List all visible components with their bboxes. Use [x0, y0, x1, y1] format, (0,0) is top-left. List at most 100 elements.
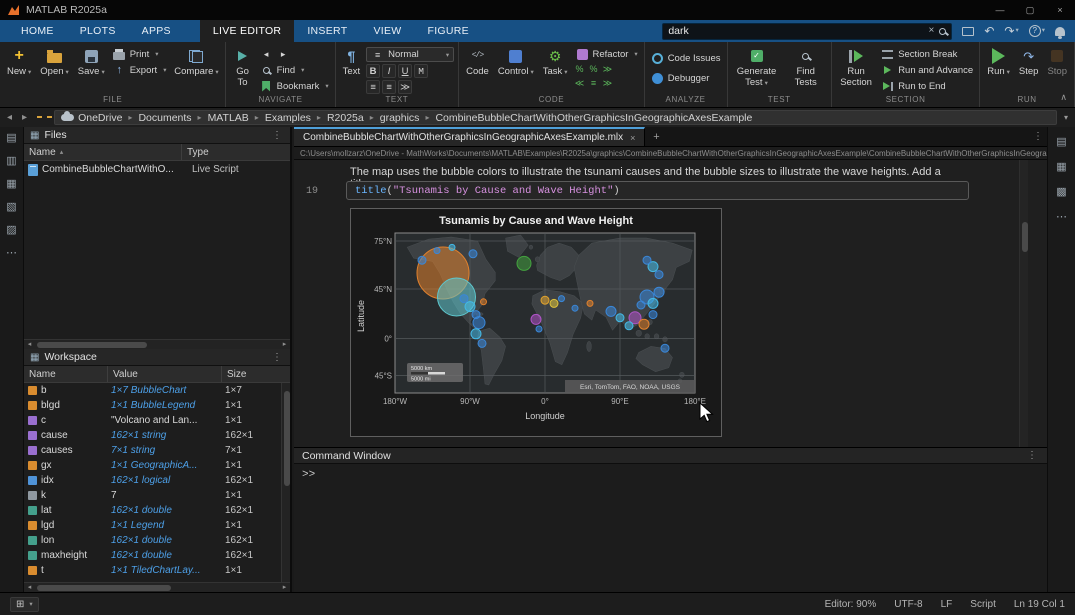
open-button[interactable]: Open▾: [37, 45, 72, 80]
workspace-row[interactable]: lgd1×1 Legend1×1: [24, 518, 290, 533]
navigate-back-icon[interactable]: ◂: [260, 48, 273, 61]
files-menu-icon[interactable]: ⋮: [270, 130, 284, 141]
italic-button[interactable]: I: [382, 64, 396, 78]
files-hscrollbar[interactable]: ◂ ▸: [24, 339, 290, 349]
ribbon-tab-plots[interactable]: PLOTS: [67, 20, 129, 42]
workspace-row[interactable]: maxheight162×1 double162×1: [24, 548, 290, 563]
right-panel-toggle-icon-1[interactable]: ▤: [1056, 137, 1066, 148]
undo-icon[interactable]: ↶: [984, 25, 994, 37]
scroll-right-icon[interactable]: ▸: [279, 340, 290, 350]
command-window-menu-icon[interactable]: ⋮: [1025, 450, 1039, 461]
layout-button[interactable]: ⊞ ▾: [10, 597, 39, 612]
find-tests-button[interactable]: Find Tests: [785, 45, 827, 91]
breadcrumb-item[interactable]: MATLAB: [208, 112, 249, 124]
new-tab-button[interactable]: +: [645, 127, 667, 146]
file-row[interactable]: CombineBubbleChartWithO...Live Script: [24, 161, 290, 178]
bold-button[interactable]: B: [366, 64, 380, 78]
search-box[interactable]: ×: [662, 23, 952, 40]
ribbon-tab-figure[interactable]: FIGURE: [415, 20, 482, 42]
step-button[interactable]: ↷ Step: [1016, 45, 1042, 80]
encoding-indicator[interactable]: UTF-8: [894, 599, 922, 610]
back-icon[interactable]: ◂: [4, 112, 15, 123]
workspace-row[interactable]: blgd1×1 BubbleLegend1×1: [24, 398, 290, 413]
files-column-name[interactable]: Name▴: [24, 144, 182, 160]
redo-icon[interactable]: ↷▾: [1004, 25, 1018, 37]
close-button[interactable]: ×: [1045, 0, 1075, 20]
insert-code-button[interactable]: ≫: [398, 80, 412, 94]
numbered-list-button[interactable]: ≡: [382, 80, 396, 94]
breadcrumb-item[interactable]: Documents: [138, 112, 191, 124]
search-clear-icon[interactable]: ×: [929, 26, 935, 36]
comment-button[interactable]: %: [574, 63, 586, 75]
breadcrumb-item[interactable]: OneDrive: [78, 112, 122, 124]
zoom-level[interactable]: Editor: 90%: [825, 599, 877, 610]
new-button[interactable]: + New▾: [4, 45, 34, 80]
workspace-hscrollbar[interactable]: ◂ ▸: [24, 582, 290, 592]
minimize-button[interactable]: —: [985, 0, 1015, 20]
section-break-button[interactable]: Section Break: [879, 47, 975, 61]
ribbon-tab-insert[interactable]: INSERT: [294, 20, 360, 42]
workspace-row[interactable]: lat162×1 double162×1: [24, 503, 290, 518]
scroll-right-icon[interactable]: ▸: [279, 583, 290, 593]
bulleted-list-button[interactable]: ≡: [366, 80, 380, 94]
command-prompt[interactable]: >>: [294, 464, 1047, 486]
left-panel-toggle-icon-4[interactable]: ▧: [6, 202, 16, 213]
workspace-row[interactable]: cause162×1 string162×1: [24, 428, 290, 443]
smart-indent-button[interactable]: ≡: [588, 77, 600, 89]
workspace-row[interactable]: lon162×1 double162×1: [24, 533, 290, 548]
compare-button[interactable]: Compare▾: [171, 45, 221, 80]
debugger-button[interactable]: Debugger: [649, 71, 723, 85]
search-input[interactable]: [668, 25, 923, 37]
workspace-row[interactable]: c"Volcano and Lan...1×1: [24, 413, 290, 428]
find-button[interactable]: Find▾: [258, 63, 331, 77]
text-style-dropdown[interactable]: ≡ Normal▾: [366, 47, 454, 62]
save-button[interactable]: Save▾: [75, 45, 108, 80]
ribbon-tab-home[interactable]: HOME: [8, 20, 67, 42]
eol-indicator[interactable]: LF: [941, 599, 953, 610]
run-to-end-button[interactable]: Run to End: [879, 79, 975, 93]
run-button[interactable]: Run▾: [984, 45, 1013, 80]
file-type-indicator[interactable]: Script: [970, 599, 996, 610]
code-button[interactable]: </> Code: [463, 45, 492, 80]
tabbar-menu-icon[interactable]: ⋮: [1029, 127, 1047, 146]
document-canvas[interactable]: The map uses the bubble colors to illust…: [294, 160, 1047, 447]
navigate-forward-icon[interactable]: ▸: [277, 48, 290, 61]
left-panel-toggle-icon-5[interactable]: ▨: [6, 225, 16, 236]
left-panel-toggle-icon-2[interactable]: ▥: [6, 156, 16, 167]
left-more-icon[interactable]: ⋯: [6, 248, 17, 259]
code-issues-button[interactable]: Code Issues: [649, 51, 723, 65]
ribbon-tab-view[interactable]: VIEW: [360, 20, 414, 42]
ribbon-tab-live-editor[interactable]: LIVE EDITOR: [200, 20, 294, 42]
document-tab[interactable]: CombineBubbleChartWithOtherGraphicsInGeo…: [294, 127, 645, 146]
workspace-row[interactable]: causes7×1 string7×1: [24, 443, 290, 458]
workspace-vscrollbar[interactable]: [281, 383, 290, 582]
right-more-icon[interactable]: ⋯: [1056, 212, 1067, 223]
wrap-comments-button[interactable]: ≫: [602, 63, 614, 75]
run-section-button[interactable]: Run Section: [836, 45, 876, 91]
workspace-column-value[interactable]: Value: [108, 366, 222, 382]
workspace-row[interactable]: k71×1: [24, 488, 290, 503]
tab-close-icon[interactable]: ×: [630, 133, 635, 143]
print-button[interactable]: Print▾: [111, 47, 169, 61]
indent-right-button[interactable]: ≫: [602, 77, 614, 89]
left-panel-toggle-icon-1[interactable]: ▤: [6, 133, 16, 144]
path-history-icon[interactable]: ▾: [1061, 113, 1071, 122]
indent-left-button[interactable]: ≪: [574, 77, 586, 89]
workspace-column-size[interactable]: Size: [222, 366, 290, 382]
uncomment-button[interactable]: %: [588, 63, 600, 75]
export-button[interactable]: ↑ Export▾: [111, 63, 169, 77]
ribbon-tab-apps[interactable]: APPS: [129, 20, 184, 42]
scroll-left-icon[interactable]: ◂: [24, 340, 35, 350]
breadcrumb-item[interactable]: graphics: [380, 112, 420, 124]
generate-test-button[interactable]: ✓ Generate Test▾: [732, 45, 782, 91]
breadcrumb-item[interactable]: CombineBubbleChartWithOtherGraphicsInGeo…: [435, 112, 752, 124]
maximize-button[interactable]: ▢: [1015, 0, 1045, 20]
files-column-type[interactable]: Type: [182, 144, 290, 160]
workspace-column-name[interactable]: Name: [24, 366, 108, 382]
help-icon[interactable]: ?▾: [1029, 25, 1045, 37]
bookmark-button[interactable]: Bookmark▾: [258, 79, 331, 93]
breadcrumb-item[interactable]: R2025a: [327, 112, 364, 124]
run-and-advance-button[interactable]: Run and Advance: [879, 63, 975, 77]
goto-button[interactable]: Go To: [230, 45, 254, 91]
workspace-row[interactable]: b1×7 BubbleChart1×7: [24, 383, 290, 398]
